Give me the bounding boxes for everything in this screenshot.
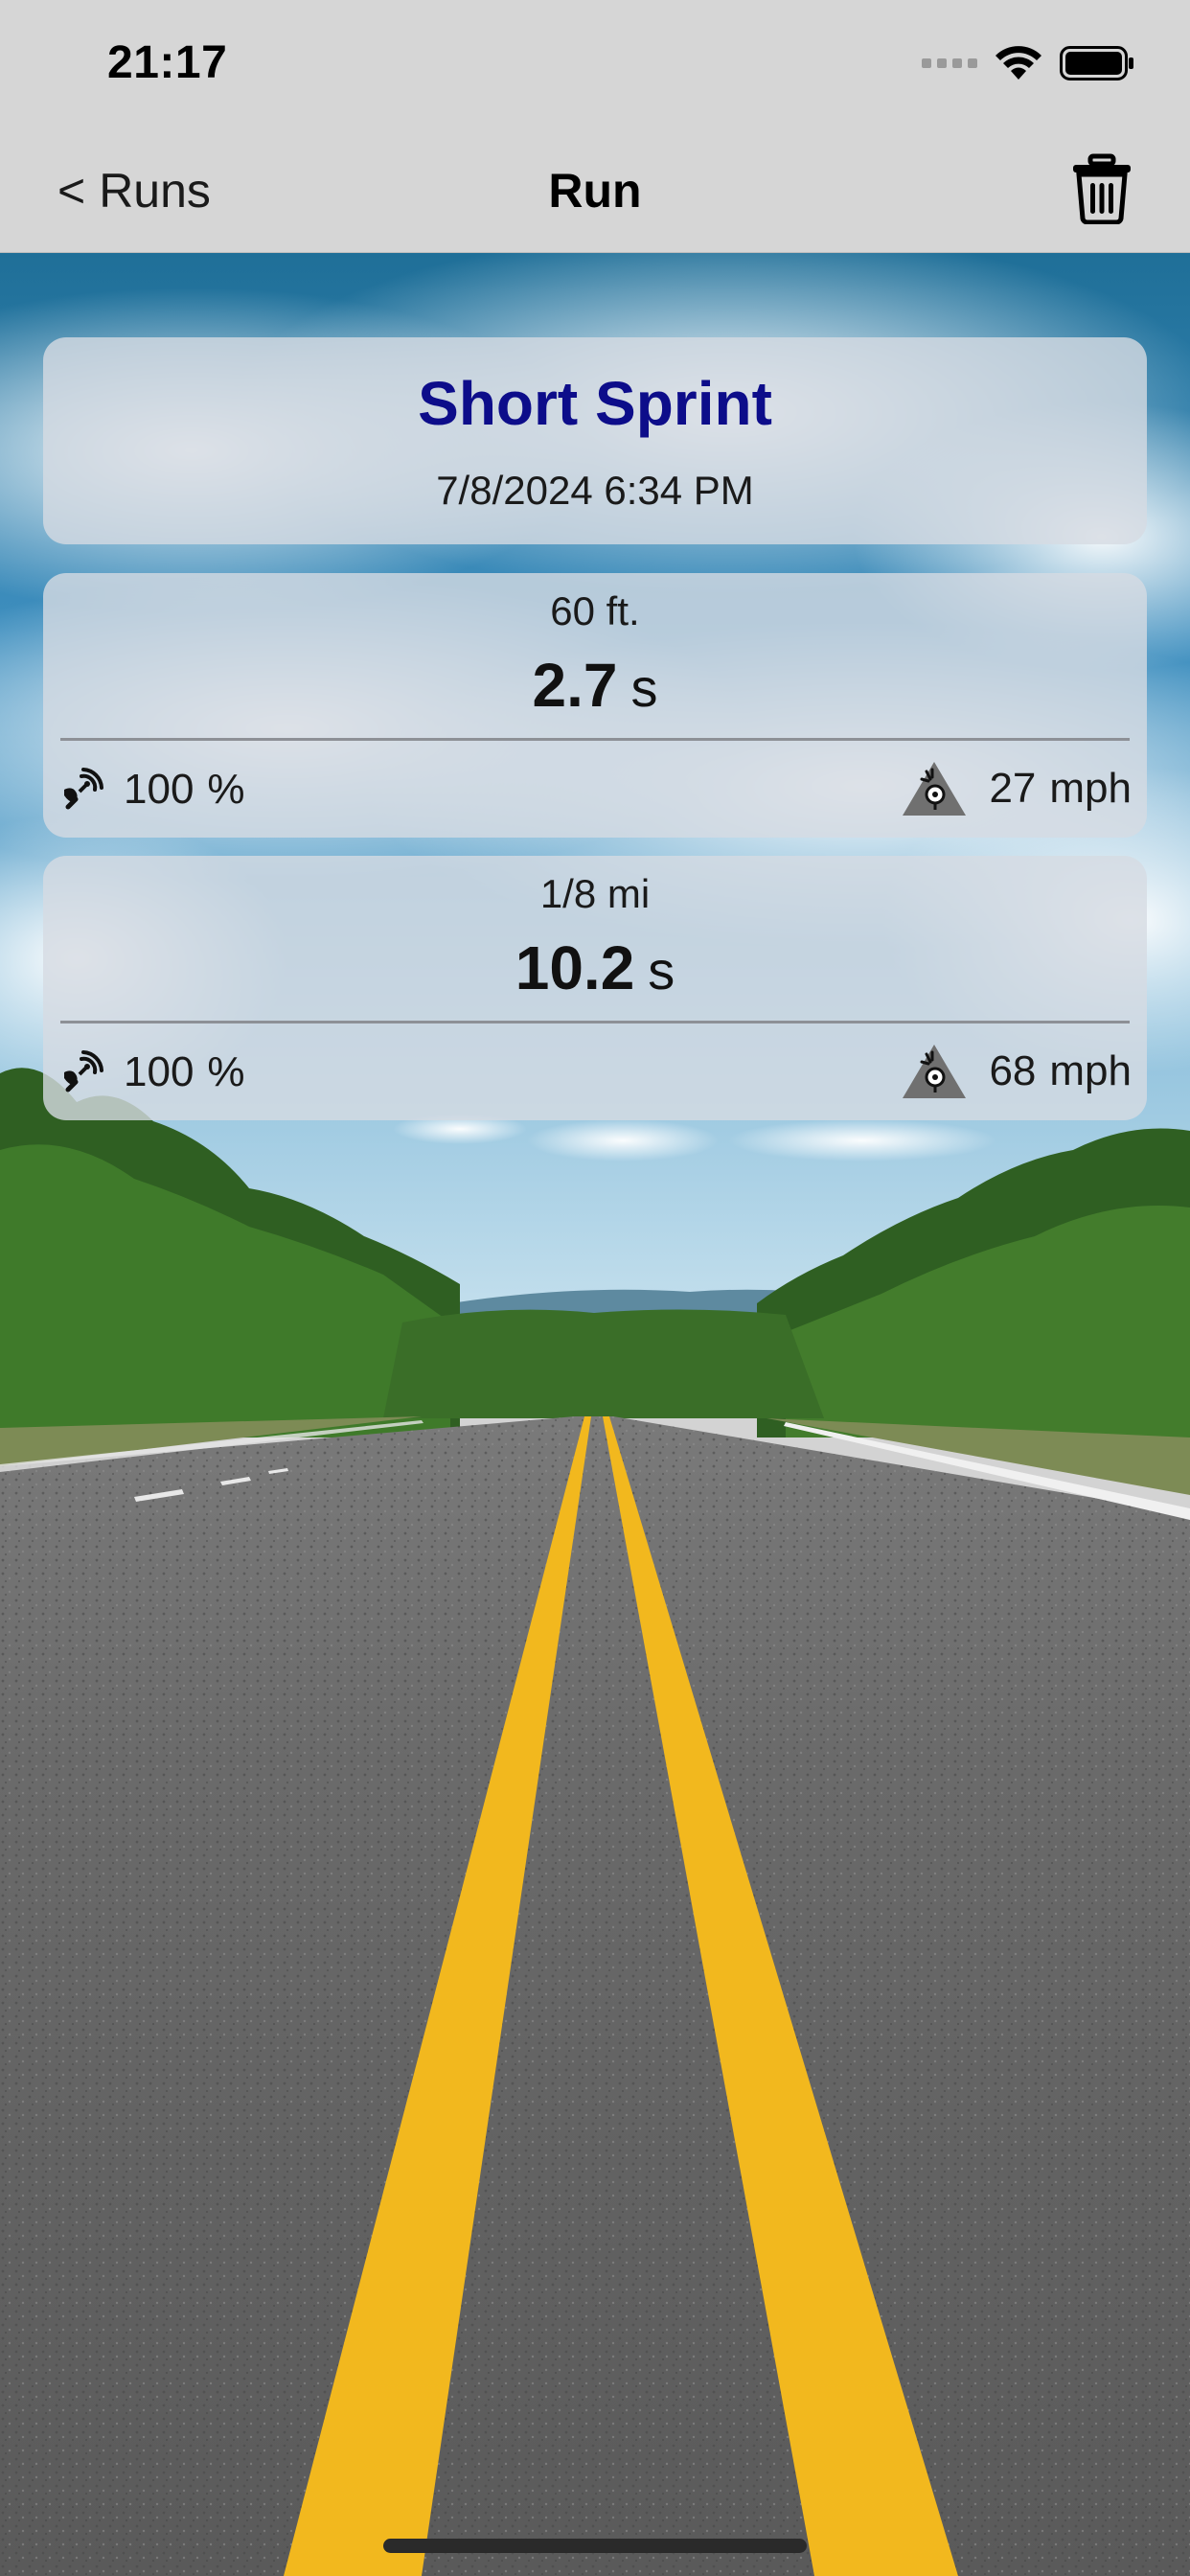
chevron-left-icon: < [57,164,86,218]
split-time-unit: s [648,940,675,1000]
back-button-label: Runs [99,164,211,218]
back-button[interactable]: < Runs [57,163,211,218]
cellular-signal-icon [922,58,977,68]
run-header-card: Short Sprint 7/8/2024 6:34 PM [43,337,1147,544]
run-datetime: 7/8/2024 6:34 PM [436,468,754,513]
split-distance: 1/8 mi [539,871,651,916]
status-icons [922,42,1134,84]
speed-value: 68 [989,1047,1037,1094]
status-time: 21:17 [107,37,228,88]
speed-unit: mph [1049,1047,1132,1094]
split-divider [60,1021,1130,1024]
status-bar: 21:17 [0,0,1190,128]
split-time-unit: s [630,657,658,718]
split-divider [60,738,1130,741]
top-speed-stat: 68 mph [901,1038,1132,1105]
speed-unit: mph [1049,765,1132,812]
gps-signal-stat: 100% [58,1044,245,1101]
top-speed-stat: 27 mph [901,755,1132,822]
signal-unit: % [207,1048,245,1095]
gps-signal-icon [64,768,103,810]
trash-icon [1073,153,1131,225]
delete-run-button[interactable] [1071,153,1133,225]
wifi-icon [995,46,1041,80]
speed-camera-icon [903,762,967,816]
split-distance: 60 ft. [550,588,640,633]
split-card: 60 ft. 2.7 s 100% 27 mph [43,573,1147,838]
split-time: 2.7 s [43,650,1147,721]
split-time-value: 10.2 [515,933,635,1002]
split-time-value: 2.7 [532,651,618,720]
navigation-bar: < Runs Run [0,128,1190,253]
speed-value: 27 [989,765,1037,812]
gps-signal-stat: 100% [58,761,245,818]
signal-value: 100 [124,1048,195,1095]
signal-unit: % [207,766,245,813]
split-card: 1/8 mi 10.2 s 100% 68 mph [43,856,1147,1120]
gps-signal-icon [64,1050,103,1092]
run-name: Short Sprint [418,369,772,438]
home-indicator[interactable] [383,2539,807,2553]
battery-icon [1060,46,1133,80]
signal-value: 100 [124,766,195,813]
speed-camera-icon [903,1045,967,1098]
split-time: 10.2 s [43,932,1147,1003]
